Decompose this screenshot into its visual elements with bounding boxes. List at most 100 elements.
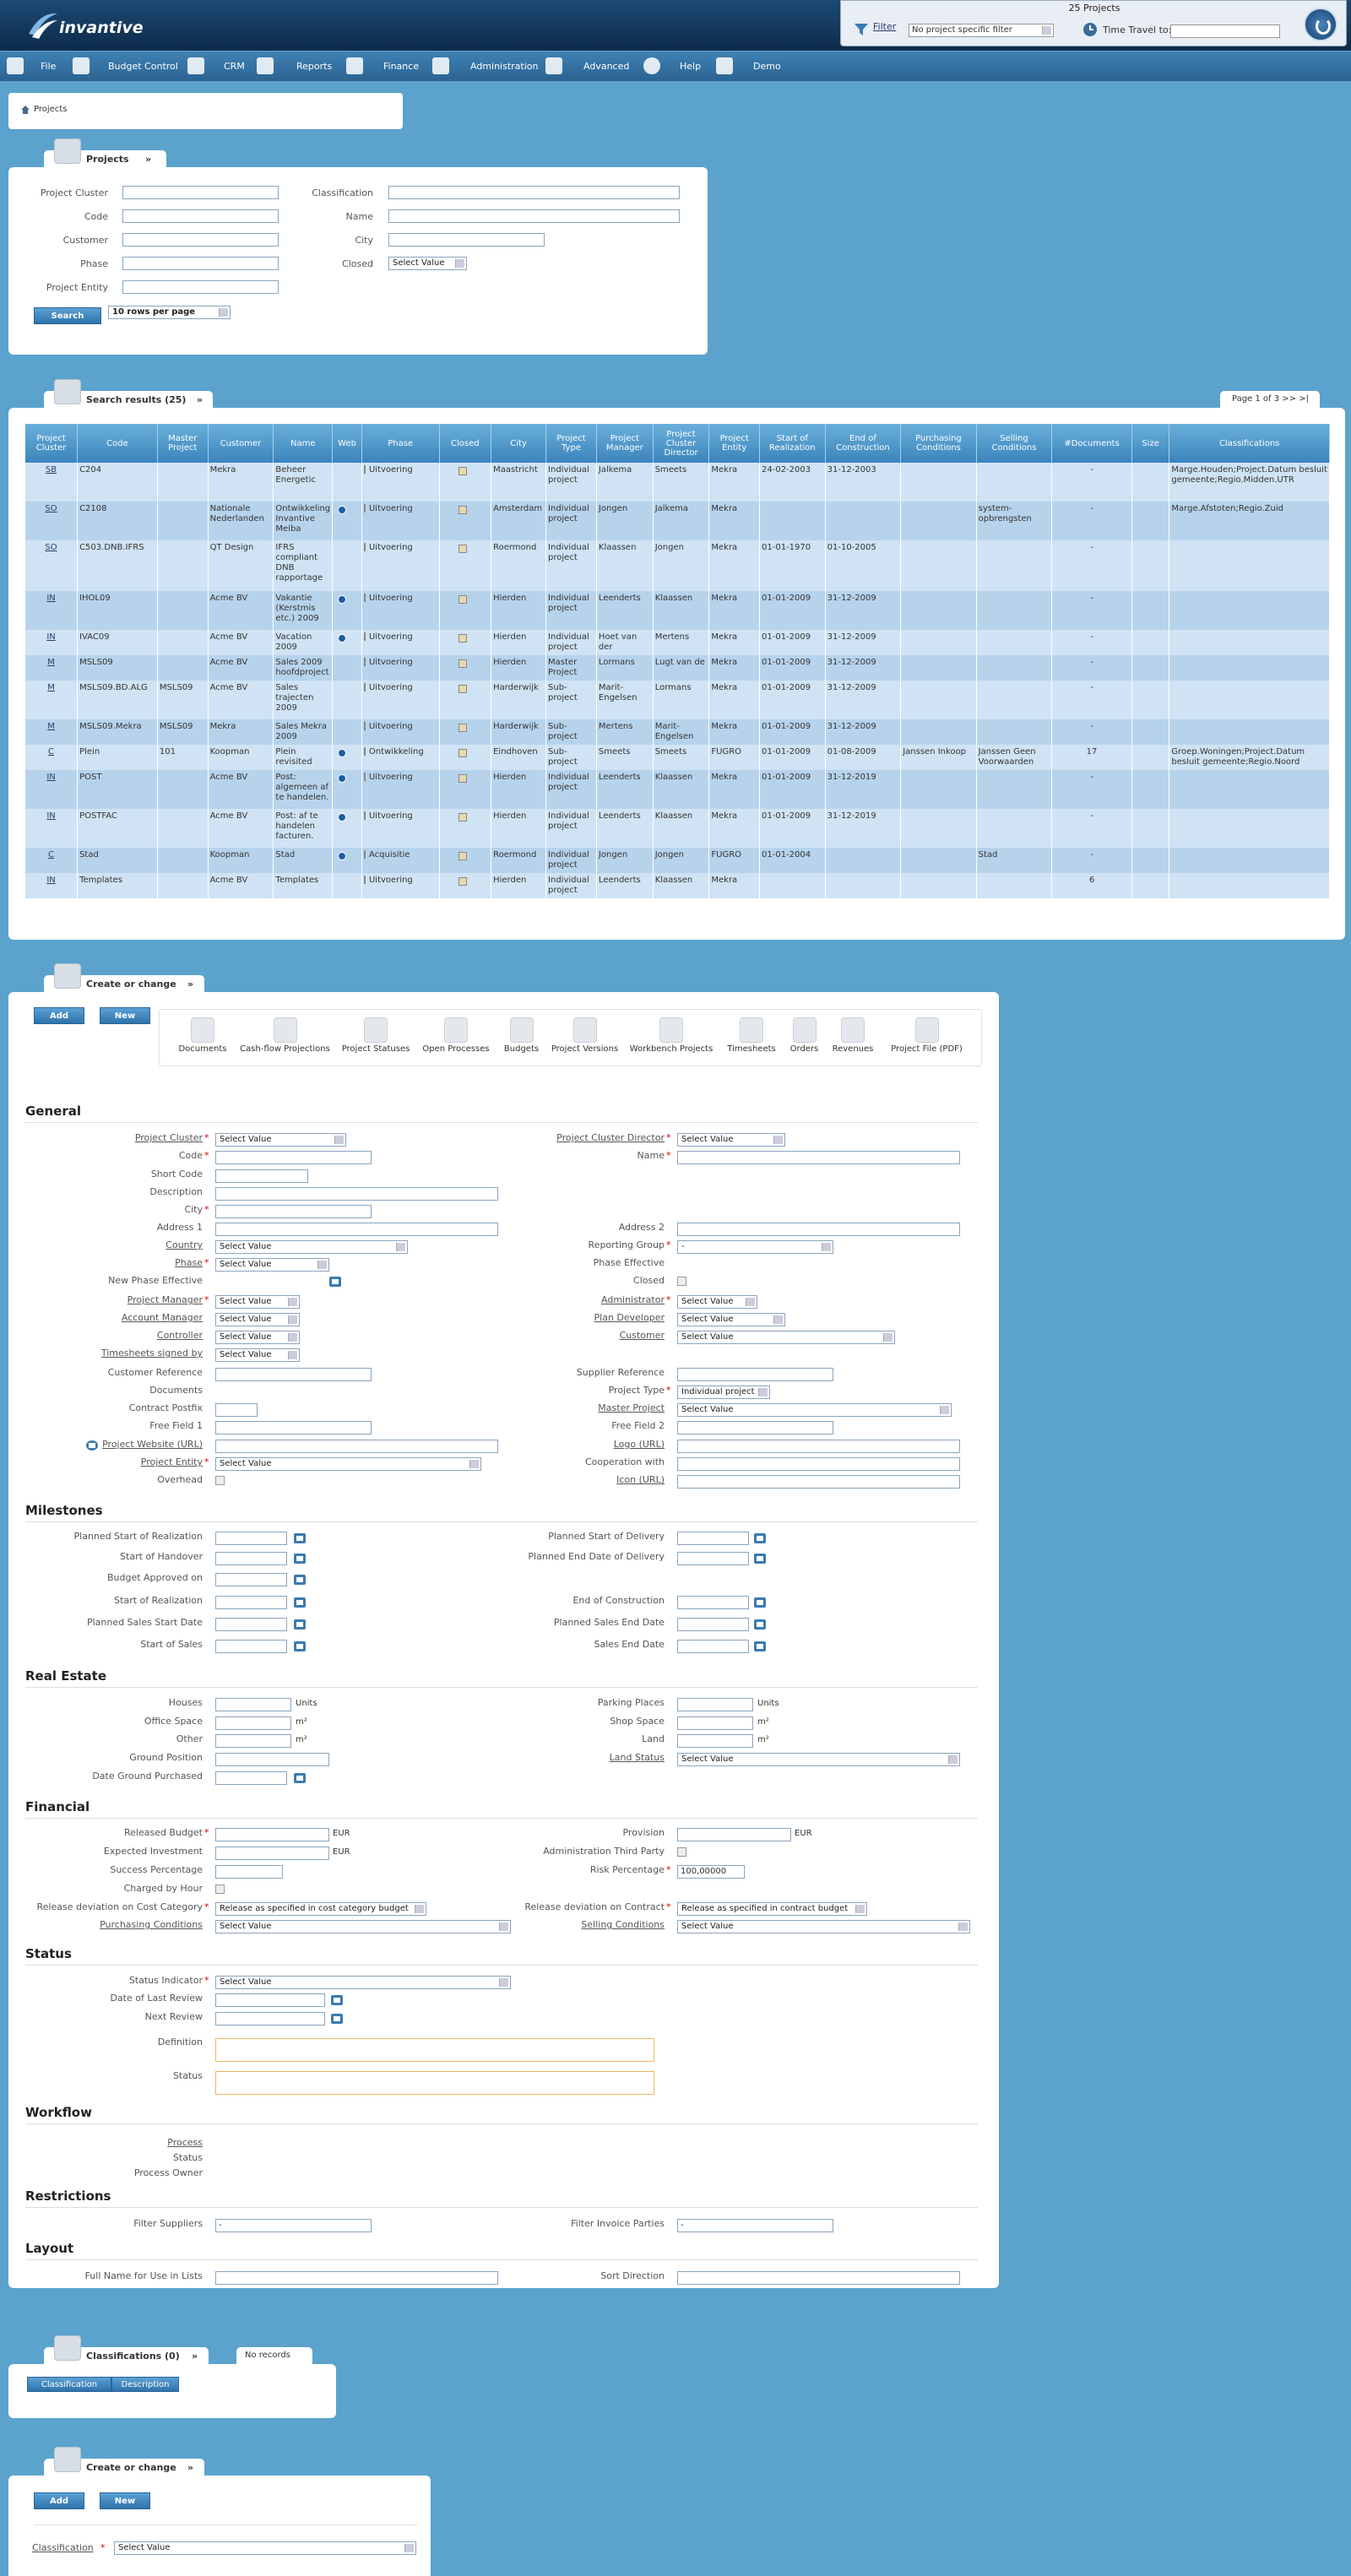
- start_sales-input[interactable]: [215, 1640, 287, 1653]
- released-budget-input[interactable]: [215, 1828, 329, 1841]
- label-project-entity[interactable]: Project Entity: [0, 1456, 203, 1467]
- invantive-logo[interactable]: invantive: [25, 8, 152, 42]
- input-code[interactable]: [122, 209, 279, 223]
- table-row[interactable]: M MSLS09 Acme BV Sales 2009 hoofdproject Uit…: [25, 655, 1330, 681]
- calendar-icon[interactable]: [294, 1533, 306, 1543]
- label-project-website[interactable]: Project Website (URL): [0, 1439, 203, 1450]
- icon-input[interactable]: [677, 1475, 960, 1489]
- date-ground-input[interactable]: [215, 1771, 287, 1785]
- calendar-icon[interactable]: [294, 1554, 306, 1564]
- definition-textarea[interactable]: [215, 2038, 654, 2062]
- release-cost-select[interactable]: Release as specified in cost category bu…: [215, 1902, 426, 1916]
- column-header[interactable]: Start of Realization: [759, 424, 826, 463]
- shop-space-input[interactable]: [677, 1716, 753, 1730]
- project-cluster-select[interactable]: Select Value: [215, 1133, 346, 1147]
- label-master-project[interactable]: Master Project: [428, 1402, 665, 1413]
- collapse-icon[interactable]: »: [187, 979, 193, 990]
- closed-checkbox[interactable]: [458, 877, 467, 886]
- column-header[interactable]: Customer: [208, 424, 274, 463]
- module-open-processes[interactable]: Open Processes: [418, 1017, 494, 1054]
- table-row[interactable]: M MSLS09.BD.ALG MSLS09 Acme BV Sales traject…: [25, 681, 1330, 719]
- date-last-review-input[interactable]: [215, 1993, 325, 2007]
- cluster-link[interactable]: SB: [46, 465, 57, 475]
- label-plan-developer[interactable]: Plan Developer: [428, 1312, 665, 1323]
- input-customer[interactable]: [122, 233, 279, 247]
- module-documents[interactable]: Documents: [173, 1017, 232, 1054]
- new-button[interactable]: New: [100, 1007, 150, 1024]
- closed-checkbox[interactable]: [458, 685, 467, 693]
- input-city[interactable]: [388, 233, 545, 247]
- table-row[interactable]: IN Templates Acme BV Templates Uitvoering Hie…: [25, 873, 1330, 898]
- module-cash-flow[interactable]: Cash-flow Projections: [236, 1017, 334, 1054]
- menu-budget-control[interactable]: Budget Control: [108, 61, 178, 72]
- calendar-icon[interactable]: [294, 1575, 306, 1585]
- input-name[interactable]: [388, 209, 680, 223]
- module-budgets[interactable]: Budgets: [498, 1017, 545, 1054]
- calendar-icon[interactable]: [754, 1554, 766, 1564]
- col-description[interactable]: Description: [111, 2377, 179, 2392]
- calendar-icon[interactable]: [294, 1773, 306, 1783]
- charged-by-hour-checkbox[interactable]: [215, 1885, 225, 1894]
- column-header[interactable]: Selling Conditions: [976, 424, 1053, 463]
- column-header[interactable]: Purchasing Conditions: [900, 424, 977, 463]
- search-button[interactable]: Search: [34, 307, 101, 324]
- label-purchasing-conditions[interactable]: Purchasing Conditions: [0, 1919, 203, 1930]
- success-pct-input[interactable]: [215, 1865, 283, 1879]
- closed-checkbox[interactable]: [458, 545, 467, 553]
- column-header[interactable]: Size: [1131, 424, 1170, 463]
- houses-input[interactable]: [215, 1698, 291, 1711]
- controller-select[interactable]: Select Value: [215, 1331, 300, 1344]
- new-button[interactable]: New: [100, 2492, 150, 2509]
- filter-suppliers-input[interactable]: -: [215, 2219, 372, 2232]
- breadcrumb-projects[interactable]: Projects: [34, 105, 67, 114]
- globe-icon[interactable]: [338, 774, 347, 783]
- module-project-statuses[interactable]: Project Statuses: [338, 1017, 414, 1054]
- menu-help[interactable]: Help: [680, 61, 701, 72]
- table-row[interactable]: C Plein 101 Koopman Plein revisited Ontwikkel…: [25, 745, 1330, 770]
- label-controller[interactable]: Controller: [0, 1330, 203, 1341]
- column-header[interactable]: Project Cluster: [25, 424, 79, 463]
- column-header[interactable]: #Documents: [1051, 424, 1132, 463]
- risk-pct-input[interactable]: 100,00000: [677, 1865, 745, 1879]
- project-type-select[interactable]: Individual project: [677, 1386, 770, 1399]
- module-workbench-projects[interactable]: Workbench Projects: [625, 1017, 718, 1054]
- cluster-link[interactable]: IN: [46, 811, 55, 821]
- code-input[interactable]: [215, 1151, 372, 1164]
- label-account-manager[interactable]: Account Manager: [0, 1312, 203, 1323]
- menu-crm[interactable]: CRM: [224, 61, 245, 72]
- closed-checkbox[interactable]: [458, 595, 467, 604]
- add-button[interactable]: Add: [34, 1007, 84, 1024]
- menu-file[interactable]: File: [41, 61, 56, 72]
- table-row[interactable]: C Stad Koopman Stad Acquisitie Roermond Indivi…: [25, 848, 1330, 873]
- column-header[interactable]: Project Type: [545, 424, 597, 463]
- calendar-icon[interactable]: [331, 1995, 343, 2005]
- globe-icon[interactable]: [338, 749, 347, 757]
- module-revenues[interactable]: Revenues: [827, 1017, 878, 1054]
- label-classification[interactable]: Classification: [32, 2542, 100, 2553]
- country-select[interactable]: Select Value: [215, 1240, 408, 1254]
- short-code-input[interactable]: [215, 1169, 308, 1183]
- timesheets-signed-select[interactable]: Select Value: [215, 1348, 300, 1362]
- logo-input[interactable]: [677, 1440, 960, 1453]
- table-row[interactable]: IN IHOL09 Acme BV Vakantie (Kerstmis etc.) …: [25, 591, 1330, 630]
- end_construction-input[interactable]: [677, 1596, 749, 1609]
- input-phase[interactable]: [122, 257, 279, 270]
- table-row[interactable]: SO C503.DNB.IFRS QT Design IFRS compliant D…: [25, 540, 1330, 591]
- closed-checkbox[interactable]: [458, 724, 467, 732]
- address2-input[interactable]: [677, 1223, 960, 1236]
- module-project-versions[interactable]: Project Versions: [549, 1017, 621, 1054]
- status-textarea[interactable]: [215, 2071, 654, 2095]
- cluster-link[interactable]: IN: [46, 773, 55, 782]
- menu-reports[interactable]: Reports: [296, 61, 332, 72]
- description-input[interactable]: [215, 1187, 498, 1201]
- cluster-link[interactable]: M: [47, 683, 55, 692]
- pagination[interactable]: Page 1 of 3 >> >|: [1220, 391, 1320, 408]
- land-status-select[interactable]: Select Value: [677, 1753, 960, 1766]
- input-classification[interactable]: [388, 186, 680, 199]
- office-space-input[interactable]: [215, 1716, 291, 1730]
- globe-icon[interactable]: [338, 813, 347, 822]
- cluster-link[interactable]: C: [48, 850, 54, 860]
- label-project-cluster-director[interactable]: Project Cluster Director: [428, 1132, 665, 1143]
- calendar-icon[interactable]: [329, 1277, 341, 1287]
- closed-select[interactable]: Select Value: [388, 257, 467, 270]
